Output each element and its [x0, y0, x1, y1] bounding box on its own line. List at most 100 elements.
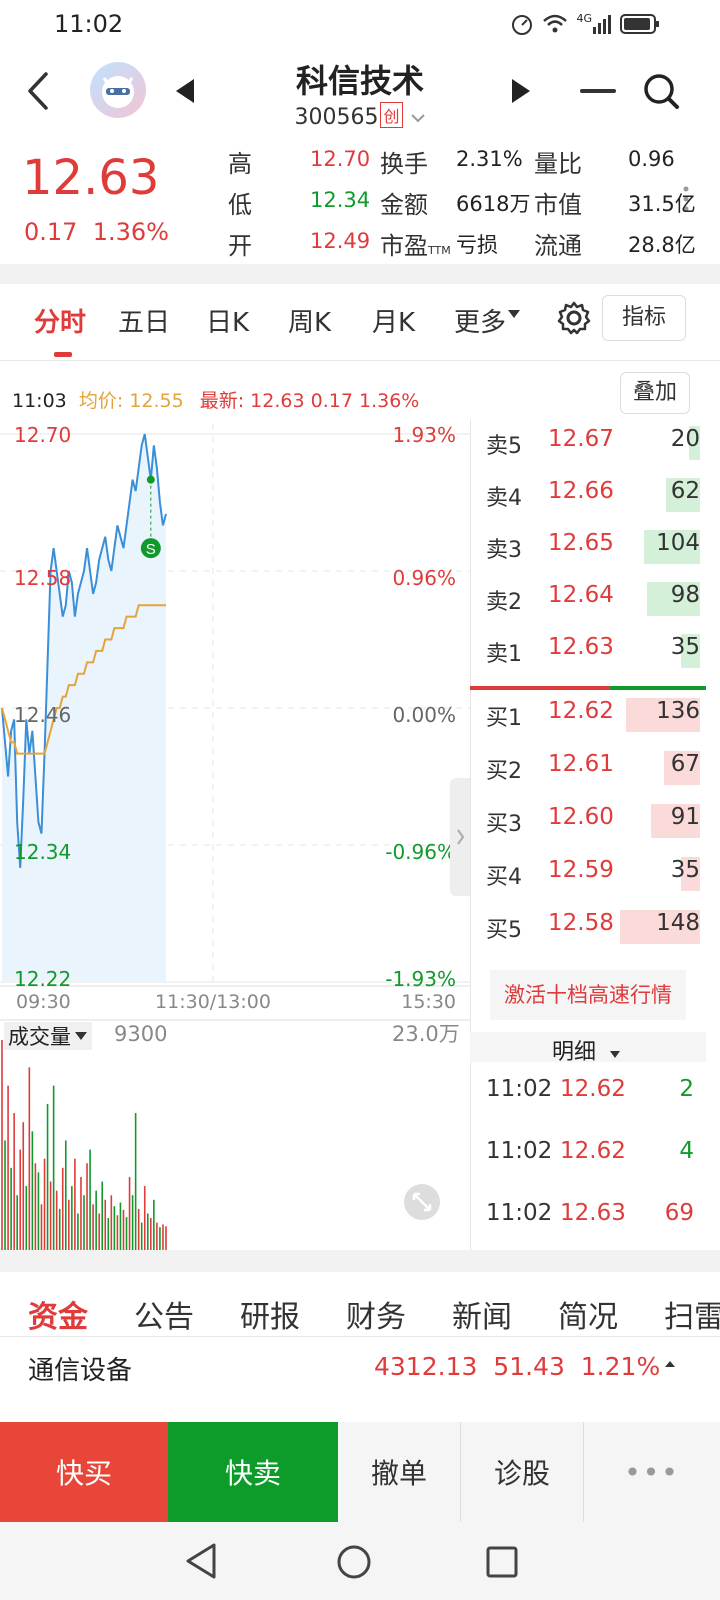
nav-recents-icon[interactable]	[486, 1546, 518, 1578]
expand-icon[interactable]	[404, 1184, 440, 1220]
ticks-header[interactable]: 明细	[552, 1034, 621, 1066]
bottom-tab-0[interactable]: 资金	[28, 1292, 88, 1336]
level-price: 12.64	[548, 582, 614, 608]
bottom-tab-5[interactable]: 简况	[558, 1292, 618, 1336]
bid-row: 买4 12.59 35	[486, 851, 708, 901]
level-price: 12.61	[548, 751, 614, 777]
level-price: 12.60	[548, 804, 614, 830]
bid-row: 买1 12.62 136	[486, 692, 708, 742]
level-label: 买2	[486, 759, 522, 784]
nav-home-icon[interactable]	[336, 1544, 372, 1580]
tab-0[interactable]: 分时	[34, 302, 86, 339]
indicator-button[interactable]: 指标	[602, 295, 686, 341]
level-volume: 67	[670, 751, 700, 777]
intraday-chart[interactable]: S 12.70 1.93% 12.58 0.96% 12.46 0.00% 12.34 -0.9…	[0, 420, 478, 1280]
search-icon[interactable]	[642, 72, 680, 110]
stat-value: 12.70	[310, 147, 371, 171]
level-label: 卖1	[486, 642, 522, 667]
level-price: 12.67	[548, 426, 614, 452]
tab-3[interactable]: 周K	[288, 302, 331, 339]
level-price: 12.62	[548, 698, 614, 724]
cancel-order-button[interactable]: 撤单	[338, 1422, 460, 1522]
stat-label: 开	[228, 232, 252, 260]
volume-bar	[46, 1103, 49, 1250]
status-time: 11:02	[54, 10, 124, 38]
volume-bar	[1, 1040, 3, 1250]
divider	[0, 1336, 720, 1337]
diagnose-button[interactable]: 诊股	[461, 1422, 583, 1522]
volume-bar	[98, 1213, 100, 1250]
level-label: 买1	[486, 706, 522, 731]
nav-back-icon[interactable]	[184, 1542, 218, 1580]
bottom-tab-6[interactable]: 扫雷	[664, 1292, 720, 1336]
overlay-button[interactable]: 叠加	[620, 372, 690, 414]
quick-sell-button[interactable]: 快卖	[168, 1422, 338, 1522]
stat-value: 12.34	[310, 188, 371, 212]
quick-buy-button[interactable]: 快买	[0, 1422, 168, 1522]
stat-label: 市值	[534, 191, 582, 219]
ask-row: 卖3 12.65 104	[486, 524, 708, 574]
level-volume: 20	[670, 426, 700, 452]
caret-down-icon	[508, 310, 520, 318]
ask-row: 卖1 12.63 35	[486, 628, 708, 678]
next-stock-icon[interactable]	[510, 78, 532, 104]
volume-bar	[55, 1190, 58, 1250]
tab-2[interactable]: 日K	[206, 302, 249, 339]
volume-bar	[28, 1067, 31, 1250]
stat-label: 市盈TTM	[380, 232, 451, 260]
side-panel-handle[interactable]	[450, 778, 470, 896]
level-price: 12.65	[548, 530, 614, 556]
y-label-right: -0.96%	[385, 840, 456, 864]
volume-bar	[52, 1085, 55, 1250]
tick-volume: 2	[679, 1076, 694, 1102]
gear-icon[interactable]	[556, 300, 592, 336]
level-label: 买5	[486, 918, 522, 943]
volume-bar	[107, 1218, 110, 1250]
tick-price: 12.62	[560, 1076, 626, 1102]
volume-bar	[116, 1215, 119, 1250]
bottom-tab-3[interactable]: 财务	[346, 1292, 406, 1336]
volume-bar	[125, 1217, 128, 1250]
volume-bar	[119, 1202, 122, 1250]
bottom-tab-2[interactable]: 研报	[240, 1292, 300, 1336]
more-actions-button[interactable]: •••	[584, 1422, 720, 1522]
volume-bar	[159, 1227, 161, 1250]
caret-down-icon	[610, 1051, 621, 1058]
volume-bar	[64, 1140, 67, 1250]
board-tag: 创	[380, 102, 403, 128]
stat-value: 2.31%	[456, 147, 523, 171]
volume-bar	[7, 1085, 9, 1250]
y-label-right: 0.96%	[392, 566, 456, 590]
sector-name[interactable]: 通信设备	[28, 1350, 132, 1387]
chevron-down-icon[interactable]	[410, 112, 426, 124]
tick-time: 11:02	[486, 1076, 553, 1102]
level-volume: 35	[670, 857, 700, 883]
level-label: 买4	[486, 865, 522, 890]
stock-code-line: 300565 创	[0, 102, 720, 130]
bottom-tab-1[interactable]: 公告	[134, 1292, 194, 1336]
y-label-left: 12.70	[14, 423, 71, 447]
tab-4[interactable]: 月K	[372, 302, 415, 339]
bottom-tab-4[interactable]: 新闻	[452, 1292, 512, 1336]
stat-value: 31.5亿	[628, 192, 696, 216]
tab-1[interactable]: 五日	[118, 302, 170, 339]
volume-bar	[49, 1181, 52, 1250]
volume-bar	[95, 1190, 97, 1250]
tick-volume: 4	[679, 1138, 694, 1164]
stat-label: 量比	[534, 150, 582, 178]
volume-bar	[131, 1195, 134, 1250]
volume-bar	[77, 1213, 79, 1250]
volume-selector[interactable]: 成交量	[4, 1022, 92, 1050]
minus-icon[interactable]	[580, 89, 616, 93]
sector-quote: 4312.13 51.43 1.21%	[374, 1352, 660, 1381]
avg-value: 12.55	[129, 390, 184, 412]
stat-label: 高	[228, 150, 252, 178]
y-label-left: 12.46	[14, 703, 71, 727]
volume-bar	[165, 1226, 167, 1250]
volume-bar	[137, 1208, 140, 1250]
level-volume: 62	[670, 478, 700, 504]
activate-level2-button[interactable]: 激活十档高速行情	[490, 970, 686, 1020]
volume-bar	[40, 1204, 43, 1250]
bid-row: 买5 12.58 148	[486, 904, 708, 954]
tab-5[interactable]: 更多	[454, 302, 506, 339]
